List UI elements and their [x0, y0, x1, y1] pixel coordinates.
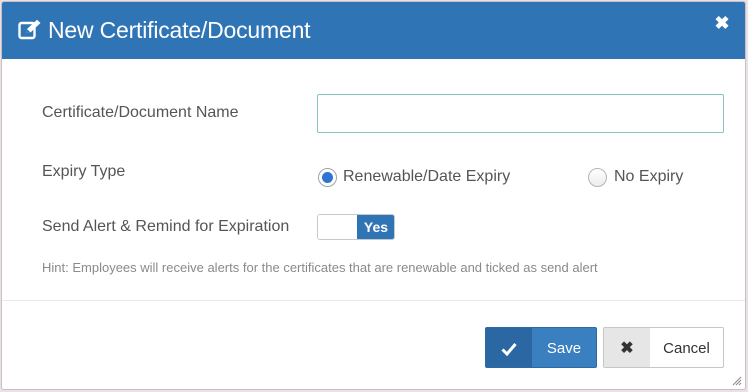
radio-no-expiry[interactable] [588, 168, 607, 187]
name-label: Certificate/Document Name [42, 104, 239, 121]
new-certificate-dialog: New Certificate/Document ✖ Certificate/D… [1, 1, 746, 390]
footer-divider [2, 300, 745, 301]
certificate-name-input[interactable] [317, 94, 724, 133]
check-icon [486, 328, 532, 367]
save-button[interactable]: Save [485, 327, 597, 368]
radio-renewable-label[interactable]: Renewable/Date Expiry [343, 168, 510, 186]
toggle-knob[interactable] [318, 215, 357, 239]
resize-handle-icon[interactable] [732, 376, 742, 386]
times-icon: ✖ [604, 328, 650, 367]
save-label: Save [546, 340, 582, 357]
edit-icon [18, 19, 41, 40]
dialog-title: New Certificate/Document [48, 17, 311, 43]
hint-text: Hint: Employees will receive alerts for … [42, 260, 598, 275]
alert-label: Send Alert & Remind for Expiration [42, 218, 290, 235]
radio-renewable[interactable] [318, 168, 337, 187]
radio-no-expiry-label[interactable]: No Expiry [614, 168, 683, 186]
close-icon[interactable]: ✖ [713, 14, 731, 32]
toggle-on-label[interactable]: Yes [357, 215, 394, 239]
send-alert-toggle[interactable]: Yes [317, 214, 395, 240]
dialog-header: New Certificate/Document ✖ [2, 2, 745, 59]
cancel-button[interactable]: ✖ Cancel [603, 327, 724, 368]
expiry-type-label: Expiry Type [42, 163, 126, 180]
cancel-label: Cancel [663, 340, 710, 357]
